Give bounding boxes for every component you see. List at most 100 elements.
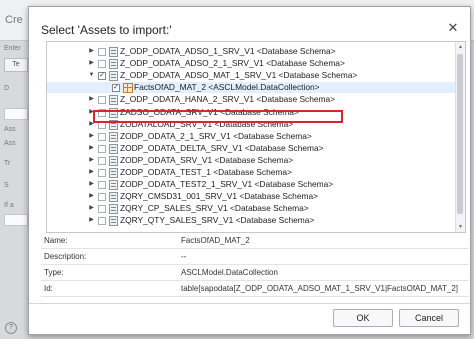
row-checkbox[interactable] (98, 205, 106, 214)
cancel-button[interactable]: Cancel (399, 309, 459, 327)
background-tab: Te (4, 58, 28, 72)
tree-row[interactable]: ▶ ZQRY_QTY_SALES_SRV_V1 <Database Schema> (47, 215, 455, 227)
scroll-up-icon[interactable]: ▲ (457, 44, 464, 50)
property-value: ASCLModel.DataCollection (181, 268, 278, 277)
row-checkbox[interactable] (98, 156, 106, 165)
schema-icon (109, 59, 118, 70)
background-label: S (4, 182, 9, 189)
ok-button[interactable]: OK (333, 309, 393, 327)
expand-arrow-icon[interactable]: ▶ (88, 215, 95, 226)
highlight-annotation (93, 110, 343, 123)
property-row: Description: -- (41, 250, 469, 265)
tree-row-label: FactsOfAD_MAT_2 <ASCLModel.DataCollectio… (134, 82, 320, 93)
tree-row-label: Z_ODP_ODATA_ADSO_MAT_1_SRV_V1 <Database … (120, 70, 358, 81)
background-label: D (4, 85, 10, 92)
tree-row[interactable]: ▶ Z_ODP_ODATA_HANA_2_SRV_V1 <Database Sch… (47, 94, 455, 106)
tree-row[interactable]: ▶ ZODP_ODATA_2_1_SRV_V1 <Database Schema> (47, 131, 455, 142)
background-field (4, 214, 28, 226)
tree-row-label: ZODP_ODATA_TEST_1 <Database Schema> (120, 167, 292, 177)
background-label: If a (4, 202, 14, 209)
property-row: Name: FactsOfAD_MAT_2 (41, 234, 469, 249)
tree-row[interactable]: ▶ ZQRY_CMSD31_001_SRV_V1 <Database Schema… (47, 191, 455, 203)
background-label: Enter (4, 45, 21, 52)
property-value: -- (181, 252, 187, 261)
row-checkbox[interactable]: ✓ (112, 84, 120, 93)
close-icon[interactable]: ✕ (446, 21, 460, 35)
tree-row-label: ZODP_ODATA_2_1_SRV_V1 <Database Schema> (120, 130, 312, 141)
help-icon: ? (5, 322, 17, 334)
property-key: Name: (44, 236, 68, 245)
background-label: Tr (4, 160, 11, 167)
row-checkbox[interactable] (98, 217, 106, 226)
property-key: Id: (44, 284, 53, 293)
row-checkbox[interactable] (98, 60, 106, 69)
tree-row-label: ZODP_ODATA_TEST2_1_SRV_V1 <Database Sche… (120, 179, 334, 190)
tree-row[interactable]: ▶ ZODP_ODATA_DELTA_SRV_V1 <Database Schem… (47, 143, 455, 154)
expand-arrow-icon[interactable]: ▶ (88, 58, 95, 69)
schema-icon (109, 180, 118, 191)
tree-row-label: ZQRY_CP_SALES_SRV_V1 <Database Schema> (120, 203, 309, 214)
tree-row[interactable]: ▶ ZODP_ODATA_TEST_1 <Database Schema> (47, 167, 455, 178)
collapse-arrow-icon[interactable]: ▼ (88, 70, 95, 81)
schema-icon (109, 216, 118, 227)
tree-row[interactable]: ✓ FactsOfAD_MAT_2 <ASCLModel.DataCollecti… (47, 82, 455, 94)
expand-arrow-icon[interactable]: ▶ (88, 143, 95, 154)
tree-row[interactable]: ▶ Z_ODP_ODATA_ADSO_2_1_SRV_V1 <Database S… (47, 58, 455, 70)
expand-arrow-icon[interactable]: ▶ (88, 94, 95, 105)
tree-row-label: ZODP_ODATA_DELTA_SRV_V1 <Database Schema… (120, 142, 324, 153)
scroll-down-icon[interactable]: ▼ (457, 224, 464, 230)
row-checkbox[interactable] (98, 193, 106, 202)
expand-arrow-icon[interactable]: ▶ (88, 131, 95, 142)
tree-row-label: ZODP_ODATA_SRV_V1 <Database Schema> (120, 154, 294, 165)
tree-row[interactable]: ▶ ZODP_ODATA_SRV_V1 <Database Schema> (47, 155, 455, 166)
tree-row[interactable]: ▶ ZQRY_CP_SALES_SRV_V1 <Database Schema> (47, 203, 455, 215)
row-checkbox[interactable] (98, 169, 106, 177)
expand-arrow-icon[interactable]: ▶ (88, 203, 95, 214)
footer-divider (29, 303, 470, 304)
expand-arrow-icon[interactable]: ▶ (88, 191, 95, 202)
row-checkbox[interactable] (98, 181, 106, 190)
property-row: Type: ASCLModel.DataCollection (41, 266, 469, 281)
tree-row[interactable]: ▼ ✓ Z_ODP_ODATA_ADSO_MAT_1_SRV_V1 <Databas… (47, 70, 455, 82)
tree-row-label: ZQRY_QTY_SALES_SRV_V1 <Database Schema> (120, 215, 315, 226)
property-row: Id: table[sapodata[Z_ODP_ODATA_ADSO_MAT_… (41, 282, 469, 297)
schema-icon (109, 95, 118, 106)
property-key: Description: (44, 252, 87, 261)
dialog-title: Select 'Assets to import:' (41, 23, 172, 37)
expand-arrow-icon[interactable]: ▶ (88, 46, 95, 57)
row-checkbox[interactable] (98, 96, 106, 105)
schema-icon (109, 131, 118, 142)
tree-scrollbar[interactable]: ▲ ▼ (455, 42, 465, 232)
tree-row-label: Z_ODP_ODATA_HANA_2_SRV_V1 <Database Sche… (120, 94, 336, 105)
tree-row[interactable]: ▶ Z_ODP_ODATA_ADSO_1_SRV_V1 <Database Sch… (47, 46, 455, 57)
background-label: Ass (4, 126, 16, 133)
background-title: Cre (5, 14, 23, 26)
schema-icon (109, 71, 118, 82)
schema-icon (109, 204, 118, 215)
row-checkbox[interactable]: ✓ (98, 72, 106, 81)
background-field (4, 108, 28, 120)
property-key: Type: (44, 268, 64, 277)
properties-table: Name: FactsOfAD_MAT_2 Description: -- Ty… (41, 234, 469, 299)
row-checkbox[interactable] (98, 132, 106, 141)
property-value: FactsOfAD_MAT_2 (181, 236, 250, 245)
schema-icon (109, 143, 118, 154)
row-checkbox[interactable] (98, 144, 106, 153)
schema-icon (109, 168, 118, 178)
tree-row[interactable]: ▶ ZODP_ODATA_TEST2_1_SRV_V1 <Database Sch… (47, 179, 455, 191)
expand-arrow-icon[interactable]: ▶ (88, 167, 95, 178)
schema-icon (109, 155, 118, 166)
tree-row-label: Z_ODP_ODATA_ADSO_1_SRV_V1 <Database Sche… (120, 46, 336, 56)
background-label: Ass (4, 140, 16, 147)
expand-arrow-icon[interactable]: ▶ (88, 179, 95, 190)
schema-icon (109, 47, 118, 57)
property-value: table[sapodata[Z_ODP_ODATA_ADSO_MAT_1_SR… (181, 284, 459, 293)
expand-arrow-icon[interactable]: ▶ (88, 155, 95, 166)
row-checkbox[interactable] (98, 48, 106, 56)
asset-tree[interactable]: ▶ Z_ODP_ODATA_ADSO_1_SRV_V1 <Database Sch… (46, 41, 466, 233)
schema-icon (109, 192, 118, 203)
scroll-thumb[interactable] (457, 54, 463, 214)
datacollection-icon (123, 83, 133, 94)
tree-row-label: ZQRY_CMSD31_001_SRV_V1 <Database Schema> (120, 191, 319, 202)
tree-row-label: Z_ODP_ODATA_ADSO_2_1_SRV_V1 <Database Sc… (120, 58, 345, 69)
